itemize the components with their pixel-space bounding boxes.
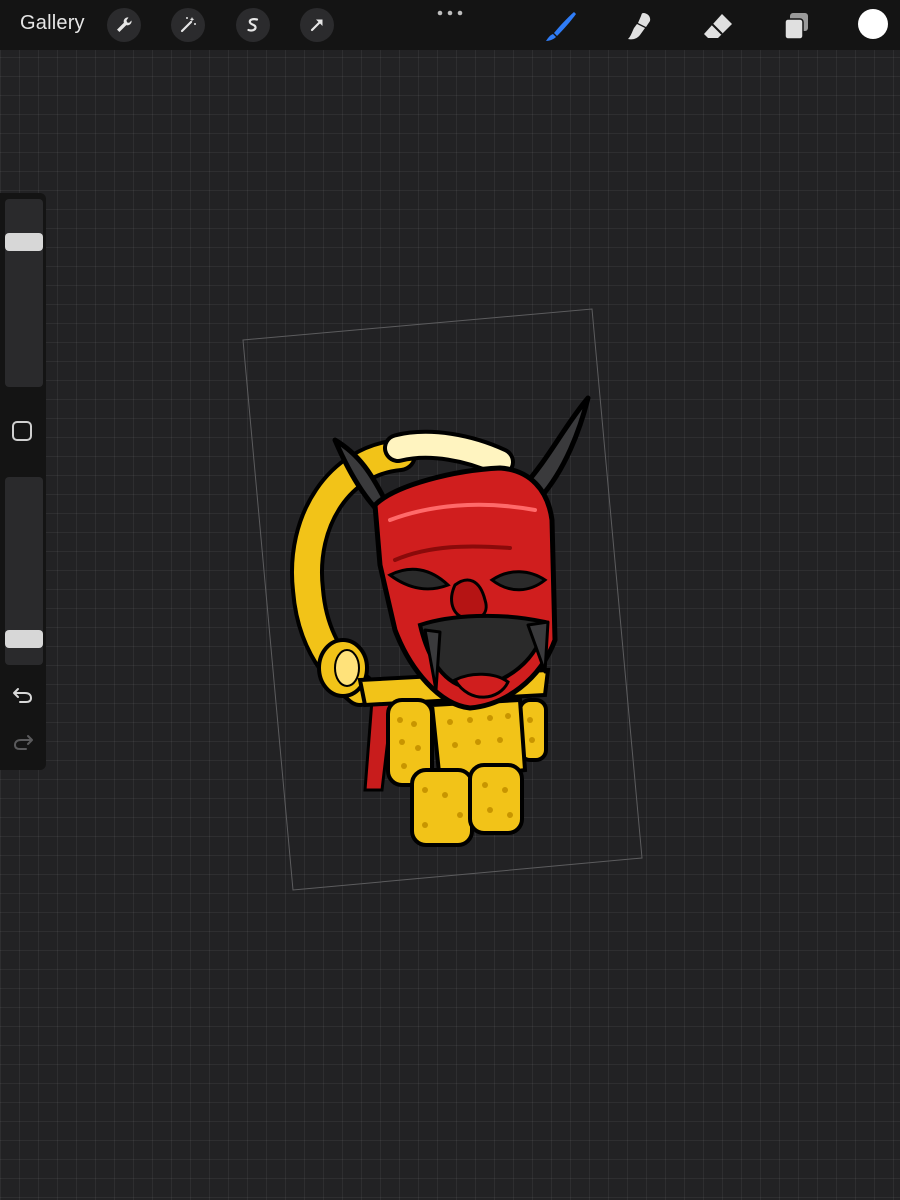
- canvas-artwork[interactable]: [0, 0, 900, 1200]
- oni-samurai-illustration: [290, 395, 591, 847]
